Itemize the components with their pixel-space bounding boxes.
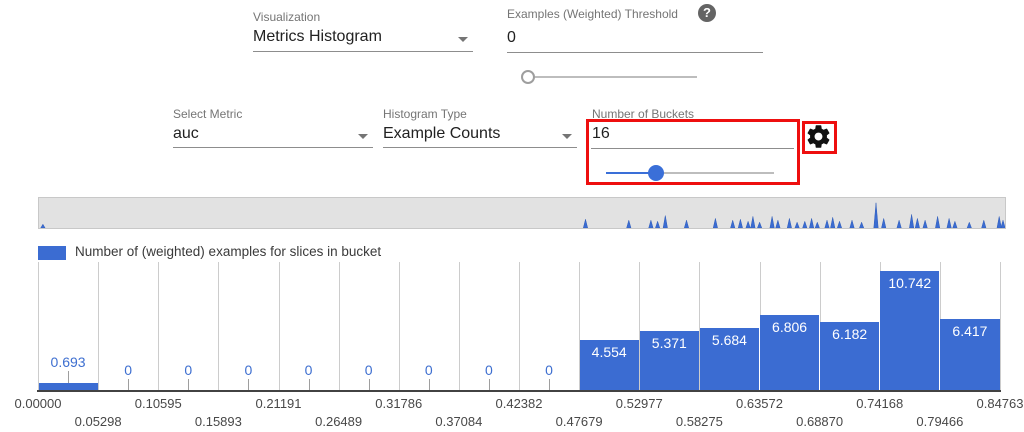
x-tick-label: 0.52977 — [604, 396, 674, 411]
bar-value-label: 6.182 — [820, 326, 880, 342]
x-axis-line — [37, 390, 1001, 392]
chevron-down-icon — [358, 134, 368, 139]
x-tick-label: 0.47679 — [544, 414, 614, 429]
bar-value-label: 0 — [519, 362, 579, 378]
slider-thumb[interactable] — [648, 165, 664, 181]
annotation-stem — [68, 371, 69, 383]
bar-value-label: 0 — [399, 362, 459, 378]
x-tick-label: 0.21191 — [244, 396, 314, 411]
chevron-down-icon — [458, 37, 468, 42]
gear-icon — [805, 123, 832, 150]
bar-value-label: 5.684 — [699, 332, 759, 348]
gridline — [38, 262, 39, 391]
select-metric-value: auc — [173, 125, 199, 142]
buckets-input[interactable] — [592, 125, 792, 143]
bar-value-label: 0 — [98, 362, 158, 378]
x-tick-label: 0.58275 — [664, 414, 734, 429]
threshold-input[interactable] — [507, 29, 763, 47]
x-tick-label: 0.00000 — [3, 396, 73, 411]
threshold-field[interactable] — [507, 29, 763, 51]
x-tick-label: 0.79466 — [905, 414, 975, 429]
buckets-slider[interactable] — [598, 158, 782, 188]
buckets-field[interactable] — [592, 125, 792, 147]
slider-track — [529, 76, 697, 78]
x-tick-label: 0.26489 — [304, 414, 374, 429]
visualization-underline — [253, 51, 473, 52]
select-metric-underline — [173, 147, 373, 148]
histogram-type-label: Histogram Type — [383, 107, 467, 121]
buckets-underline — [591, 148, 794, 149]
help-icon[interactable]: ? — [698, 4, 716, 22]
histogram-type-value: Example Counts — [383, 125, 500, 142]
x-tick-label: 0.10595 — [123, 396, 193, 411]
bar-value-label: 0 — [218, 362, 278, 378]
chevron-down-icon — [562, 134, 572, 139]
threshold-slider[interactable] — [521, 62, 705, 92]
x-tick-label: 0.31786 — [364, 396, 434, 411]
tfma-metrics-histogram-view: { "controls": { "visualization": { "labe… — [0, 0, 1024, 432]
bar-value-label: 0 — [459, 362, 519, 378]
histogram-plot: 0.693000000004.5545.3715.6846.8066.18210… — [38, 262, 1000, 391]
x-tick-label: 0.84763 — [965, 396, 1024, 411]
bar-value-label: 5.371 — [639, 335, 699, 351]
bar-value-label: 10.742 — [880, 275, 940, 291]
x-tick-label: 0.63572 — [725, 396, 795, 411]
select-metric-select[interactable]: auc — [173, 125, 373, 149]
bar-value-label: 0 — [158, 362, 218, 378]
legend-label: Number of (weighted) examples for slices… — [75, 244, 381, 259]
histogram-type-underline — [383, 147, 577, 148]
visualization-value: Metrics Histogram — [253, 28, 382, 45]
bar-value-label: 0 — [279, 362, 339, 378]
gridline — [1000, 262, 1001, 391]
settings-button[interactable] — [802, 121, 837, 154]
x-tick-label: 0.15893 — [183, 414, 253, 429]
x-tick-label: 0.74168 — [845, 396, 915, 411]
visualization-label: Visualization — [253, 10, 320, 24]
legend-color-swatch — [38, 246, 66, 260]
bar-value-label: 6.806 — [760, 319, 820, 335]
slider-thumb[interactable] — [521, 70, 535, 84]
bar-value-label: 6.417 — [940, 323, 1000, 339]
x-axis-tick-labels: 0.000000.052980.105950.158930.211910.264… — [38, 396, 1000, 432]
x-tick-label: 0.05298 — [63, 414, 133, 429]
bar-value-label: 0 — [339, 362, 399, 378]
threshold-underline — [507, 52, 763, 53]
threshold-label: Examples (Weighted) Threshold — [507, 7, 678, 21]
bar-value-label: 4.554 — [579, 344, 639, 360]
histogram-type-select[interactable]: Example Counts — [383, 125, 577, 149]
x-tick-label: 0.42382 — [484, 396, 554, 411]
minimap-spikes — [39, 198, 1005, 228]
x-tick-label: 0.68870 — [785, 414, 855, 429]
select-metric-label: Select Metric — [173, 107, 242, 121]
slices-overview-strip[interactable] — [38, 197, 1006, 229]
x-tick-label: 0.37084 — [424, 414, 494, 429]
bar-value-label: 0.693 — [38, 354, 98, 370]
visualization-select[interactable]: Metrics Histogram — [253, 28, 473, 52]
buckets-label: Number of Buckets — [592, 107, 694, 121]
